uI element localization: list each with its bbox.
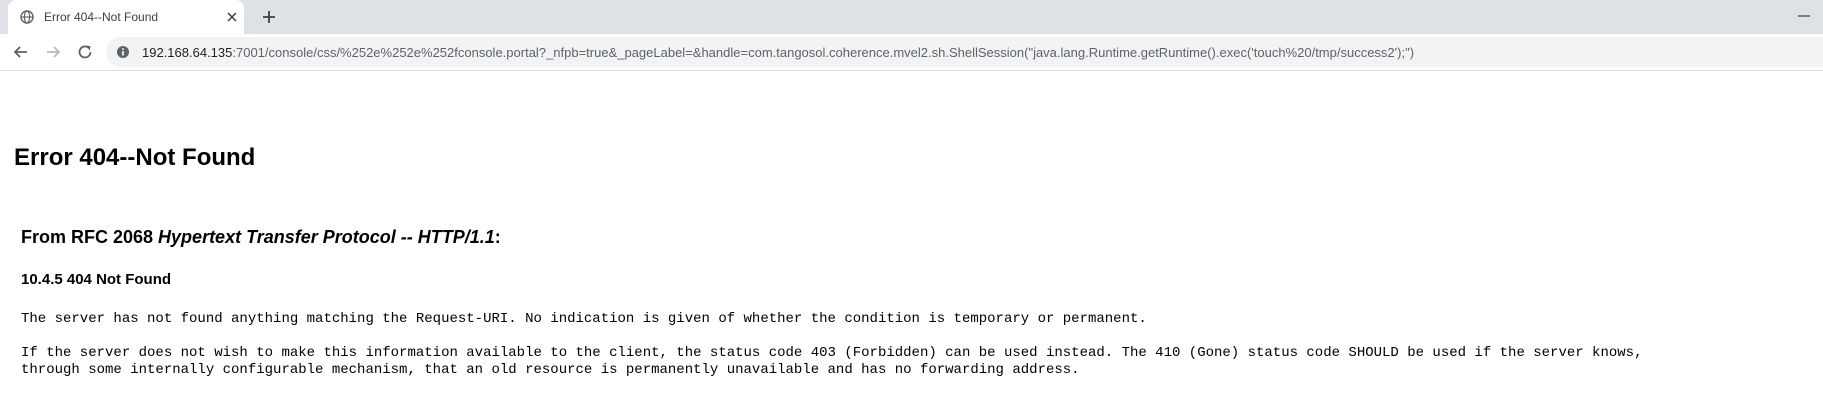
- rfc-suffix: :: [494, 227, 501, 247]
- paragraph-2-line-2: through some internally configurable mec…: [21, 362, 1080, 378]
- url-host: 192.168.64.135: [142, 45, 233, 60]
- section-heading: 10.4.5 404 Not Found: [21, 271, 172, 288]
- page-content: Error 404--Not Found From RFC 2068 Hyper…: [0, 71, 1823, 408]
- url-text[interactable]: 192.168.64.135:7001/console/css/%252e%25…: [142, 45, 1414, 60]
- url-path: :7001/console/css/%252e%252e%252fconsole…: [232, 45, 1415, 60]
- paragraph-2: If the server does not wish to make this…: [21, 345, 1642, 379]
- tab-title: Error 404--Not Found: [44, 10, 159, 24]
- reload-icon[interactable]: [76, 43, 94, 61]
- close-icon[interactable]: [224, 9, 240, 25]
- rfc-prefix: From RFC 2068: [21, 227, 159, 247]
- paragraph-2-line-1: If the server does not wish to make this…: [21, 345, 1643, 361]
- arrow-right-icon[interactable]: [44, 43, 62, 61]
- browser-tab[interactable]: Error 404--Not Found: [8, 0, 244, 34]
- rfc-title: Hypertext Transfer Protocol -- HTTP/1.1: [158, 227, 495, 247]
- globe-icon: [20, 10, 34, 24]
- toolbar: 192.168.64.135:7001/console/css/%252e%25…: [0, 34, 1823, 71]
- tab-strip: Error 404--Not Found: [0, 0, 1823, 34]
- paragraph-1: The server has not found anything matchi…: [21, 311, 1147, 327]
- minimize-icon[interactable]: [1796, 8, 1812, 24]
- page-title: Error 404--Not Found: [14, 144, 256, 171]
- plus-icon[interactable]: [260, 8, 278, 26]
- arrow-left-icon[interactable]: [12, 43, 30, 61]
- address-bar[interactable]: 192.168.64.135:7001/console/css/%252e%25…: [106, 37, 1823, 67]
- rfc-reference-heading: From RFC 2068 Hypertext Transfer Protoco…: [21, 227, 501, 248]
- info-icon[interactable]: [116, 45, 130, 59]
